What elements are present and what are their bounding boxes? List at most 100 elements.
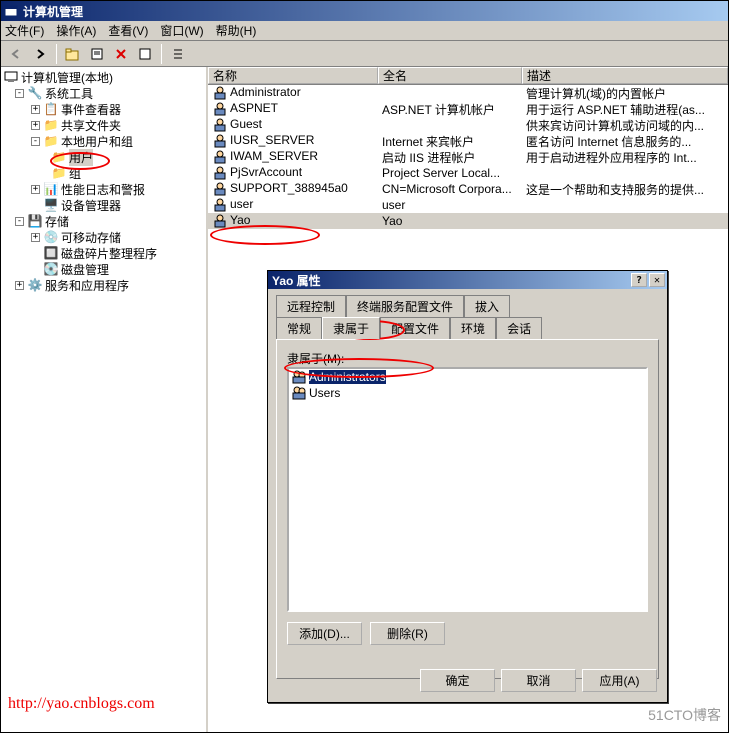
group-item-administrators[interactable]: Administrators (289, 369, 646, 385)
tab-memberof[interactable]: 隶属于 (322, 317, 380, 339)
memberof-label: 隶属于(M): (287, 350, 648, 367)
group-icon (291, 385, 307, 401)
tab-profile[interactable]: 配置文件 (380, 317, 450, 339)
tab-remote[interactable]: 远程控制 (276, 295, 346, 317)
ok-button[interactable]: 确定 (420, 669, 495, 692)
tree-users[interactable]: 📁用户 (3, 149, 204, 165)
apply-button[interactable]: 应用(A) (582, 669, 657, 692)
column-headers: 名称 全名 描述 (208, 67, 728, 85)
dialog-title: Yao 属性 (270, 272, 631, 289)
collapse-icon[interactable]: - (31, 137, 40, 146)
app-icon (3, 3, 19, 19)
tabs-row-front: 常规 隶属于 配置文件 环境 会话 (268, 317, 667, 339)
window-title: 计算机管理 (23, 3, 726, 20)
menu-view[interactable]: 查看(V) (108, 22, 148, 39)
expand-icon[interactable]: + (31, 185, 40, 194)
group-item-users[interactable]: Users (289, 385, 646, 401)
menu-action[interactable]: 操作(A) (56, 22, 96, 39)
tree-perf[interactable]: +📊性能日志和警报 (3, 181, 204, 197)
menu-file[interactable]: 文件(F) (5, 22, 44, 39)
forward-button[interactable] (29, 43, 51, 65)
tools-icon: 🔧 (27, 85, 43, 101)
tree-storage[interactable]: -💾存储 (3, 213, 204, 229)
tree-shared[interactable]: +📁共享文件夹 (3, 117, 204, 133)
removable-icon: 💿 (43, 229, 59, 245)
perf-icon: 📊 (43, 181, 59, 197)
tree-systools[interactable]: -🔧系统工具 (3, 85, 204, 101)
group-icon (291, 369, 307, 385)
expand-icon[interactable]: + (15, 281, 24, 290)
dialog-titlebar[interactable]: Yao 属性 ? ✕ (268, 271, 667, 289)
properties-icon[interactable] (86, 43, 108, 65)
user-icon (212, 213, 228, 229)
tabs-row-back: 远程控制 终端服务配置文件 拔入 (268, 289, 667, 317)
tab-terminal[interactable]: 终端服务配置文件 (346, 295, 464, 317)
refresh-icon[interactable] (134, 43, 156, 65)
col-name[interactable]: 名称 (208, 67, 378, 84)
folder-icon: 📁 (51, 149, 67, 165)
expand-icon[interactable]: + (31, 121, 40, 130)
user-row[interactable]: YaoYao (208, 213, 728, 229)
user-icon (212, 101, 228, 117)
tree-localusers[interactable]: -📁本地用户和组 (3, 133, 204, 149)
expand-icon[interactable]: + (31, 105, 40, 114)
tab-general[interactable]: 常规 (276, 317, 322, 339)
memberof-list[interactable]: Administrators Users (287, 367, 648, 612)
list-icon[interactable] (167, 43, 189, 65)
event-icon: 📋 (43, 101, 59, 117)
menu-help[interactable]: 帮助(H) (216, 22, 257, 39)
expand-icon[interactable]: + (31, 233, 40, 242)
tab-body: 隶属于(M): Administrators Users 添加(D)... 删除… (276, 339, 659, 679)
tab-dialin[interactable]: 拔入 (464, 295, 510, 317)
close-button[interactable]: ✕ (649, 273, 665, 287)
user-row[interactable]: SUPPORT_388945a0CN=Microsoft Corpora...这… (208, 181, 728, 197)
col-fullname[interactable]: 全名 (378, 67, 522, 84)
menu-window[interactable]: 窗口(W) (160, 22, 203, 39)
remove-button[interactable]: 删除(R) (370, 622, 445, 645)
cancel-button[interactable]: 取消 (501, 669, 576, 692)
defrag-icon: 🔲 (43, 245, 59, 261)
tree-eventviewer[interactable]: +📋事件查看器 (3, 101, 204, 117)
tree-services[interactable]: +⚙️服务和应用程序 (3, 277, 204, 293)
services-icon: ⚙️ (27, 277, 43, 293)
computer-icon (3, 69, 19, 85)
delete-icon[interactable] (110, 43, 132, 65)
user-rows: Administrator管理计算机(域)的内置帐户ASPNETASP.NET … (208, 85, 728, 229)
folder-icon: 📁 (43, 133, 59, 149)
tree-diskmgmt[interactable]: 💽磁盘管理 (3, 261, 204, 277)
tree-defrag[interactable]: 🔲磁盘碎片整理程序 (3, 245, 204, 261)
user-icon (212, 133, 228, 149)
user-row[interactable]: Guest供来宾访问计算机或访问域的内... (208, 117, 728, 133)
user-row[interactable]: IUSR_SERVERInternet 来宾帐户匿名访问 Internet 信息… (208, 133, 728, 149)
toolbar (1, 41, 728, 67)
user-row[interactable]: PjSvrAccountProject Server Local... (208, 165, 728, 181)
storage-icon: 💾 (27, 213, 43, 229)
watermark-url: http://yao.cnblogs.com (8, 695, 155, 713)
tree-groups[interactable]: 📁组 (3, 165, 204, 181)
collapse-icon[interactable]: - (15, 89, 24, 98)
folder-icon: 📁 (51, 165, 67, 181)
tree-pane[interactable]: 计算机管理(本地) -🔧系统工具 +📋事件查看器 +📁共享文件夹 -📁本地用户和… (1, 67, 208, 732)
user-icon (212, 85, 228, 101)
user-row[interactable]: Administrator管理计算机(域)的内置帐户 (208, 85, 728, 101)
tree-root[interactable]: 计算机管理(本地) (3, 69, 204, 85)
tab-env[interactable]: 环境 (450, 317, 496, 339)
user-row[interactable]: ASPNETASP.NET 计算机帐户用于运行 ASP.NET 辅助进程(as.… (208, 101, 728, 117)
add-button[interactable]: 添加(D)... (287, 622, 362, 645)
device-icon: 🖥️ (43, 197, 59, 213)
collapse-icon[interactable]: - (15, 217, 24, 226)
user-icon (212, 117, 228, 133)
up-icon[interactable] (62, 43, 84, 65)
user-row[interactable]: useruser (208, 197, 728, 213)
user-icon (212, 197, 228, 213)
col-desc[interactable]: 描述 (522, 67, 728, 84)
properties-dialog: Yao 属性 ? ✕ 远程控制 终端服务配置文件 拔入 常规 隶属于 配置文件 … (267, 270, 668, 703)
help-button[interactable]: ? (631, 273, 647, 287)
disk-icon: 💽 (43, 261, 59, 277)
back-button[interactable] (5, 43, 27, 65)
titlebar[interactable]: 计算机管理 (1, 1, 728, 21)
tree-removable[interactable]: +💿可移动存储 (3, 229, 204, 245)
tree-devmgr[interactable]: 🖥️设备管理器 (3, 197, 204, 213)
user-row[interactable]: IWAM_SERVER启动 IIS 进程帐户用于启动进程外应用程序的 Int..… (208, 149, 728, 165)
tab-session[interactable]: 会话 (496, 317, 542, 339)
